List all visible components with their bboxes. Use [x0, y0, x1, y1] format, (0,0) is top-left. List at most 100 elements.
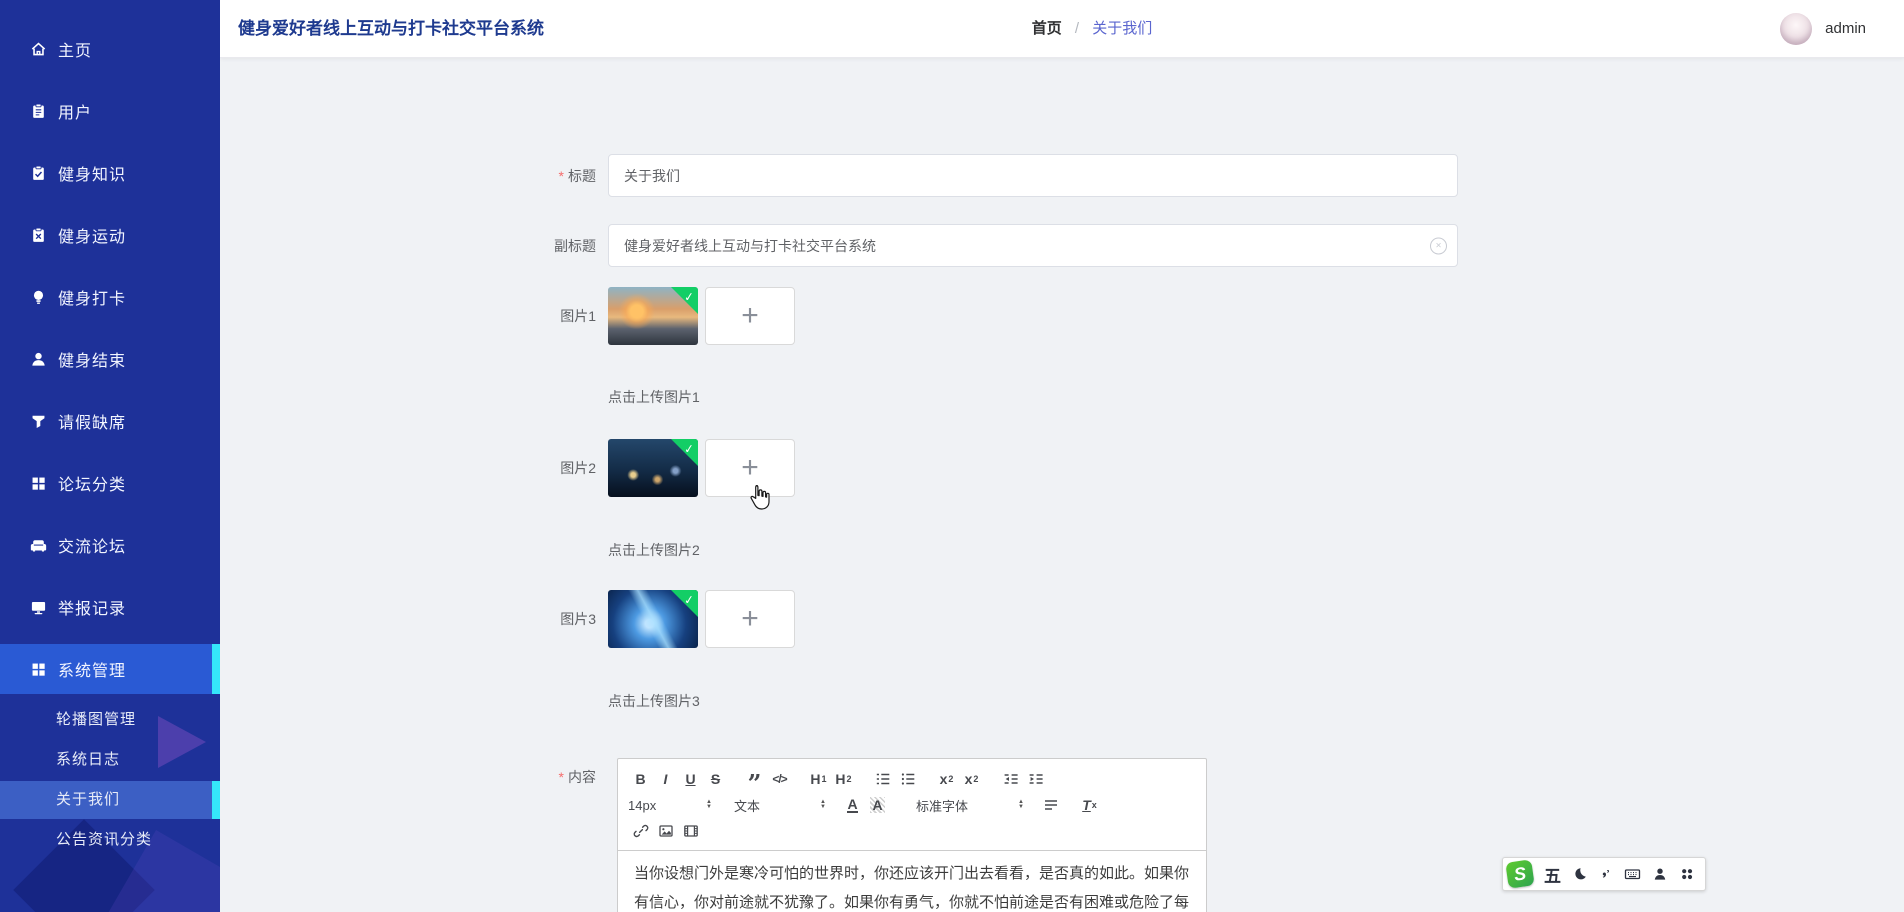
subscript-button[interactable]: x2 [934, 767, 959, 791]
sidebar-item-leave-absence[interactable]: 请假缺席 [0, 390, 220, 452]
plus-icon: + [741, 602, 759, 635]
plus-icon: + [741, 451, 759, 484]
image2-upload-button[interactable]: + [705, 439, 795, 497]
toolbar-row-3 [628, 818, 1196, 844]
outdent-button[interactable] [998, 767, 1023, 791]
user-mode-icon[interactable] [1652, 866, 1668, 882]
superscript-button[interactable]: x2 [959, 767, 984, 791]
image3-upload-button[interactable]: + [705, 590, 795, 648]
sidebar-item-report-records[interactable]: 举报记录 [0, 576, 220, 638]
wubi-mode-button[interactable]: 五 [1544, 862, 1561, 887]
outdent-icon [1004, 774, 1018, 784]
sidebar-subitem-carousel-management[interactable]: 轮播图管理 [0, 700, 220, 740]
link-icon [633, 824, 648, 838]
image3-label: 图片3 [560, 611, 596, 627]
bullet-list-button[interactable] [895, 767, 920, 791]
sidebar-item-label: 健身打卡 [58, 291, 127, 308]
sidebar-item-fitness-end[interactable]: 健身结束 [0, 328, 220, 390]
header1-button[interactable]: H1 [806, 767, 831, 791]
check-icon: ✓ [683, 441, 695, 457]
indent-button[interactable] [1023, 767, 1048, 791]
monitor-icon [30, 599, 47, 616]
sidebar-item-exchange-forum[interactable]: 交流论坛 [0, 514, 220, 576]
indent-icon [1029, 774, 1043, 784]
image1-row: 图片1 ✓ + [220, 287, 1904, 345]
align-button[interactable] [1038, 793, 1063, 817]
subtitle-label: 副标题 [554, 237, 596, 254]
sidebar-item-home[interactable]: 主页 [0, 18, 220, 80]
grid-icon [30, 475, 47, 492]
clean-format-button[interactable]: Tx [1077, 793, 1102, 817]
ime-toolbar: S 五 [1502, 857, 1706, 891]
title-label: * 标题 [558, 167, 596, 184]
sidebar-item-label: 主页 [58, 43, 93, 60]
moon-icon[interactable] [1572, 866, 1588, 882]
background-color-button[interactable]: A [865, 793, 890, 817]
updown-arrows-icon: ▲ ▼ [820, 799, 826, 810]
breadcrumb-current: 关于我们 [1092, 20, 1153, 37]
text-format-select[interactable]: 文本 ▲ ▼ [734, 793, 826, 817]
blockquote-button[interactable]: ” [742, 762, 767, 796]
sidebar-item-label: 举报记录 [58, 601, 127, 618]
sidebar-nav: 主页 用户 健身知识 健身运动 健身打卡 健身结束 请假缺席 论坛分类 交流论坛… [0, 0, 220, 860]
sidebar-item-forum-category[interactable]: 论坛分类 [0, 452, 220, 514]
subtitle-input[interactable] [608, 224, 1458, 267]
strikethrough-button[interactable]: S [703, 767, 728, 791]
ordered-list-button[interactable] [870, 767, 895, 791]
punctuation-icon[interactable] [1599, 866, 1613, 882]
about-us-form: *标题 副标题 × 图片1 ✓ + 点击上传图片1 图片2 ✓ + [220, 57, 1904, 912]
user-menu[interactable]: admin [1780, 0, 1866, 57]
link-button[interactable] [628, 819, 653, 843]
ordered-list-icon [876, 773, 889, 785]
sidebar-item-fitness-exercise[interactable]: 健身运动 [0, 204, 220, 266]
clipboard-check-icon [30, 165, 47, 182]
grid-icon [30, 661, 47, 678]
title-field-row: * 标题 [220, 154, 1904, 197]
image1-upload-button[interactable]: + [705, 287, 795, 345]
breadcrumb-separator: / [1074, 20, 1080, 37]
image2-row: 图片2 ✓ + [220, 439, 1904, 497]
sidebar-item-fitness-knowledge[interactable]: 健身知识 [0, 142, 220, 204]
code-block-button[interactable]: </> [767, 767, 792, 791]
header2-button[interactable]: H2 [831, 767, 856, 791]
page-title: 健身爱好者线上互动与打卡社交平台系统 [238, 19, 544, 38]
sidebar-subitem-announcement-category[interactable]: 公告资讯分类 [0, 820, 220, 860]
font-size-select[interactable]: 14px ▲ ▼ [628, 793, 712, 817]
text-color-button[interactable]: A [840, 793, 865, 817]
image2-thumbnail[interactable]: ✓ [608, 439, 698, 497]
sidebar-subitem-system-log[interactable]: 系统日志 [0, 740, 220, 780]
sidebar-item-fitness-checkin[interactable]: 健身打卡 [0, 266, 220, 328]
rich-text-editor: B I U S ” </> H1 H2 x2 x2 14px ▲ ▼ 文本 ▲ … [617, 758, 1207, 912]
sidebar-item-users[interactable]: 用户 [0, 80, 220, 142]
editor-toolbar: B I U S ” </> H1 H2 x2 x2 14px ▲ ▼ 文本 ▲ … [618, 759, 1206, 851]
sidebar-item-label: 健身结束 [58, 353, 127, 370]
clear-icon[interactable]: × [1430, 237, 1447, 254]
bullet-list-icon [901, 773, 914, 785]
underline-button[interactable]: U [678, 767, 703, 791]
toolbox-grid-icon[interactable] [1679, 866, 1695, 882]
sidebar-subitem-about-us[interactable]: 关于我们 [0, 781, 220, 819]
required-asterisk: * [558, 167, 564, 184]
sogou-logo-icon[interactable]: S [1505, 859, 1535, 889]
editor-content-area[interactable]: 当你设想门外是寒冷可怕的世界时，你还应该开门出去看看，是否真的如此。如果你有信心… [618, 851, 1206, 912]
video-button[interactable] [678, 819, 703, 843]
image-button[interactable] [653, 819, 678, 843]
topbar: 健身爱好者线上互动与打卡社交平台系统 首页 / 关于我们 admin [220, 0, 1904, 58]
title-input[interactable] [608, 154, 1458, 197]
image3-thumbnail[interactable]: ✓ [608, 590, 698, 648]
bold-button[interactable]: B [628, 767, 653, 791]
align-icon [1044, 800, 1057, 810]
sidebar-item-system-management[interactable]: 系统管理 [0, 644, 220, 694]
breadcrumb-home-link[interactable]: 首页 [1032, 20, 1062, 37]
keyboard-icon[interactable] [1624, 866, 1641, 882]
clipboard-x-icon [30, 227, 47, 244]
sidebar-item-label: 论坛分类 [58, 477, 127, 494]
image-icon [658, 825, 673, 837]
check-icon: ✓ [683, 592, 695, 608]
user-avatar[interactable] [1780, 12, 1813, 45]
image1-thumbnail[interactable]: ✓ [608, 287, 698, 345]
sidebar-item-label: 请假缺席 [58, 415, 127, 432]
toolbar-row-2: 14px ▲ ▼ 文本 ▲ ▼ A A 标准字体 ▲ ▼ T x [628, 792, 1196, 818]
italic-button[interactable]: I [653, 767, 678, 791]
font-family-select[interactable]: 标准字体 ▲ ▼ [916, 793, 1024, 817]
